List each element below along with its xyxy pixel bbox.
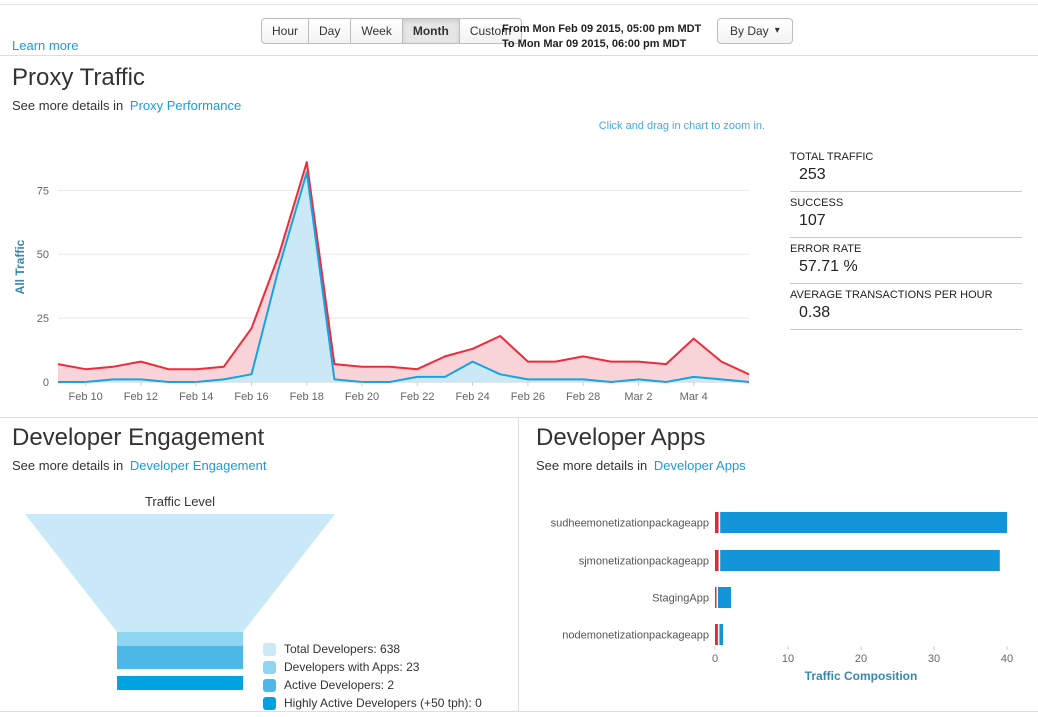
legend-label: Developers with Apps: 23 — [284, 660, 419, 674]
proxy-traffic-chart-svg[interactable]: 0 25 50 75 Feb 10 Feb 12 Feb 14 Feb 16 Feb 18 Feb… — [10, 142, 755, 414]
svg-text:0: 0 — [712, 653, 718, 665]
proxy-performance-link[interactable]: Proxy Performance — [130, 98, 241, 113]
stat-value: 107 — [790, 212, 1022, 230]
proxy-traffic-details: See more details in Proxy Performance — [12, 98, 241, 113]
svg-text:Mar 4: Mar 4 — [680, 391, 708, 403]
svg-text:0: 0 — [43, 377, 49, 389]
legend-label: Total Developers: 638 — [284, 642, 400, 656]
svg-text:10: 10 — [782, 653, 794, 665]
developer-engagement-section: Developer Engagement See more details in… — [0, 418, 518, 711]
stat-total-traffic: TOTAL TRAFFIC 253 — [790, 146, 1022, 192]
stat-label: AVERAGE TRANSACTIONS PER HOUR — [790, 289, 1022, 301]
legend-item-highly-active-developers: Highly Active Developers (+50 tph): 0 — [263, 696, 482, 710]
granularity-dropdown[interactable]: By Day ▾ — [717, 18, 793, 44]
range-button-hour[interactable]: Hour — [261, 18, 309, 44]
developer-engagement-details: See more details in Developer Engagement — [12, 458, 267, 473]
granularity-label: By Day — [730, 24, 769, 38]
stat-value: 253 — [790, 166, 1022, 184]
date-range: From Mon Feb 09 2015, 05:00 pm MDT To Mo… — [502, 22, 701, 52]
stat-value: 0.38 — [790, 304, 1022, 322]
svg-text:Feb 24: Feb 24 — [455, 391, 489, 403]
legend-swatch — [263, 661, 276, 674]
proxy-traffic-section: Proxy Traffic See more details in Proxy … — [0, 56, 1038, 418]
stat-label: TOTAL TRAFFIC — [790, 151, 1022, 163]
legend-item-active-developers: Active Developers: 2 — [263, 678, 482, 692]
developer-apps-section: Developer Apps See more details in Devel… — [518, 418, 1038, 711]
svg-text:30: 30 — [928, 653, 940, 665]
svg-text:Feb 22: Feb 22 — [400, 391, 434, 403]
legend-label: Highly Active Developers (+50 tph): 0 — [284, 696, 482, 710]
svg-text:20: 20 — [855, 653, 867, 665]
traffic-stats-panel: TOTAL TRAFFIC 253 SUCCESS 107 ERROR RATE… — [790, 146, 1022, 330]
svg-text:Mar 2: Mar 2 — [624, 391, 652, 403]
date-range-to: To Mon Mar 09 2015, 06:00 pm MDT — [502, 37, 701, 52]
funnel-legend: Total Developers: 638 Developers with Ap… — [263, 642, 482, 714]
developer-apps-details: See more details in Developer Apps — [536, 458, 746, 473]
details-prefix: See more details in — [12, 98, 123, 113]
legend-label: Active Developers: 2 — [284, 678, 394, 692]
proxy-traffic-chart[interactable]: 0 25 50 75 Feb 10 Feb 12 Feb 14 Feb 16 Feb 18 Feb… — [10, 142, 755, 419]
range-button-week[interactable]: Week — [350, 18, 402, 44]
chart-zoom-hint: Click and drag in chart to zoom in. — [599, 120, 765, 132]
stat-error-rate: ERROR RATE 57.71 % — [790, 238, 1022, 284]
legend-swatch — [263, 697, 276, 710]
details-prefix: See more details in — [536, 458, 647, 473]
stat-value: 57.71 % — [790, 258, 1022, 276]
developer-apps-chart[interactable]: sudheemonetizationpackageapp sjmonetizati… — [519, 498, 1038, 693]
legend-item-developers-with-apps: Developers with Apps: 23 — [263, 660, 482, 674]
stat-success: SUCCESS 107 — [790, 192, 1022, 238]
date-range-from: From Mon Feb 09 2015, 05:00 pm MDT — [502, 22, 701, 37]
svg-text:sudheemonetizationpackageapp: sudheemonetizationpackageapp — [551, 518, 709, 530]
range-button-month[interactable]: Month — [402, 18, 460, 44]
stat-label: ERROR RATE — [790, 243, 1022, 255]
time-range-button-group: Hour Day Week Month Custom — [261, 18, 522, 44]
svg-text:All Traffic: All Traffic — [13, 239, 27, 294]
legend-item-total-developers: Total Developers: 638 — [263, 642, 482, 656]
funnel-title: Traffic Level — [15, 494, 345, 509]
svg-text:75: 75 — [37, 185, 49, 197]
svg-text:Feb 10: Feb 10 — [69, 391, 103, 403]
svg-text:25: 25 — [37, 313, 49, 325]
chevron-down-icon: ▾ — [775, 24, 780, 38]
svg-text:Feb 18: Feb 18 — [290, 391, 324, 403]
topbar: Learn more Hour Day Week Month Custom Fr… — [0, 0, 1038, 56]
svg-text:50: 50 — [37, 249, 49, 261]
svg-text:Feb 28: Feb 28 — [566, 391, 600, 403]
bottom-sections: Developer Engagement See more details in… — [0, 418, 1038, 712]
svg-text:StagingApp: StagingApp — [652, 593, 709, 605]
svg-text:Feb 16: Feb 16 — [234, 391, 268, 403]
svg-text:sjmonetizationpackageapp: sjmonetizationpackageapp — [579, 556, 709, 568]
range-button-day[interactable]: Day — [308, 18, 351, 44]
details-prefix: See more details in — [12, 458, 123, 473]
stat-label: SUCCESS — [790, 197, 1022, 209]
svg-text:Feb 12: Feb 12 — [124, 391, 158, 403]
svg-text:Traffic Composition: Traffic Composition — [805, 669, 918, 683]
developer-apps-title: Developer Apps — [536, 424, 705, 452]
svg-text:Feb 26: Feb 26 — [511, 391, 545, 403]
svg-text:Feb 20: Feb 20 — [345, 391, 379, 403]
legend-swatch — [263, 643, 276, 656]
stat-avg-tph: AVERAGE TRANSACTIONS PER HOUR 0.38 — [790, 284, 1022, 330]
svg-text:40: 40 — [1001, 653, 1013, 665]
proxy-traffic-title: Proxy Traffic — [12, 64, 145, 92]
legend-swatch — [263, 679, 276, 692]
learn-more-link[interactable]: Learn more — [12, 38, 78, 53]
developer-engagement-title: Developer Engagement — [12, 424, 264, 452]
svg-text:Feb 14: Feb 14 — [179, 391, 213, 403]
developer-apps-link[interactable]: Developer Apps — [654, 458, 746, 473]
developer-engagement-link[interactable]: Developer Engagement — [130, 458, 267, 473]
svg-text:nodemonetizationpackageapp: nodemonetizationpackageapp — [562, 630, 709, 642]
developer-apps-chart-svg[interactable]: sudheemonetizationpackageapp sjmonetizati… — [519, 498, 1038, 688]
